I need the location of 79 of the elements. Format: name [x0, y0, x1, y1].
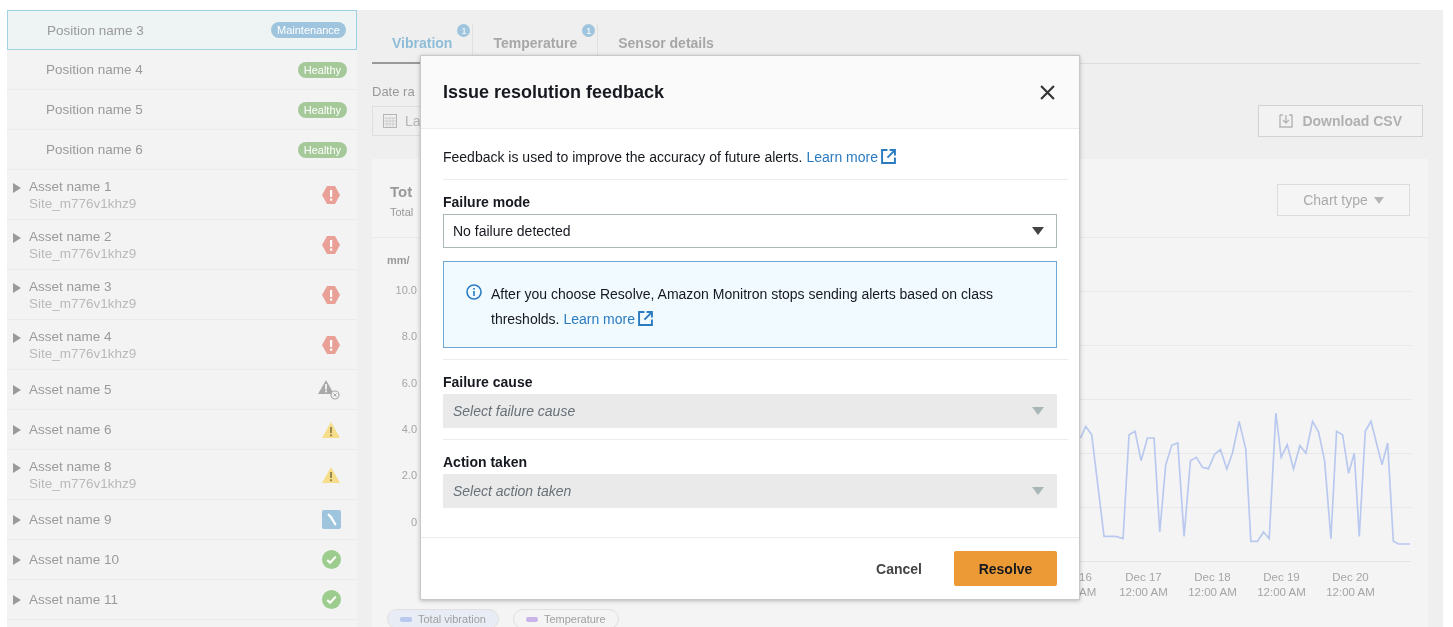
x-tick-label: 16 AM: [1079, 570, 1098, 600]
info-icon: [466, 284, 482, 300]
x-tick-label: Dec 19 12:00 AM: [1256, 570, 1307, 600]
sidebar-item[interactable]: Asset name 6: [7, 410, 357, 450]
check-circle-icon: [322, 550, 341, 569]
expand-caret-icon[interactable]: [13, 424, 21, 435]
warning-icon: [321, 465, 341, 484]
status-badge: Healthy: [297, 101, 347, 118]
expand-caret-icon[interactable]: [13, 384, 21, 395]
cancel-button[interactable]: Cancel: [862, 552, 936, 585]
download-icon: [1279, 114, 1294, 128]
sidebar-item[interactable]: Position name 3 Maintenance: [7, 10, 357, 50]
legend-chip[interactable]: Total vibration: [387, 609, 499, 627]
warning-icon: [321, 420, 341, 439]
y-tick-label: 4.0: [400, 423, 418, 437]
expand-caret-icon[interactable]: [13, 554, 21, 565]
status-badge: Healthy: [297, 61, 347, 78]
field-label: Failure mode: [443, 194, 532, 210]
y-tick-label: 8.0: [400, 330, 418, 345]
chart-type-dropdown[interactable]: Chart type: [1277, 184, 1410, 216]
date-range-label: Date ra: [372, 84, 415, 99]
sidebar-item[interactable]: Asset name 8 Site_m776v1khz9: [7, 450, 357, 500]
dialog-description: Feedback is used to improve the accuracy of future alerts. Learn more: [443, 149, 1068, 165]
learn-more-link[interactable]: Learn more: [806, 149, 878, 165]
expand-caret-icon[interactable]: [13, 463, 21, 473]
resolve-button[interactable]: Resolve: [954, 551, 1057, 586]
x-tick-label: Dec 17 12:00 AM: [1118, 570, 1169, 600]
failure-mode-select[interactable]: No failure detected: [443, 214, 1057, 248]
critical-alert-icon: [321, 184, 341, 205]
dropdown-arrow-icon: [1032, 487, 1044, 495]
chart-title: Tot: [390, 182, 414, 200]
caret-down-icon: [1373, 196, 1384, 204]
check-circle-icon: [322, 590, 341, 609]
chart-subtitle: Total: [390, 205, 414, 218]
status-badge: Maintenance: [271, 22, 346, 38]
warning-offline-icon: [317, 378, 341, 401]
expand-caret-icon[interactable]: [13, 233, 21, 243]
expand-caret-icon[interactable]: [13, 594, 21, 605]
sidebar-item[interactable]: Position name 6 Healthy: [7, 130, 357, 170]
sidebar-item[interactable]: Asset name 10: [7, 540, 357, 580]
count-badge: 1: [582, 24, 596, 37]
expand-caret-icon[interactable]: [13, 514, 21, 525]
external-link-icon: [881, 149, 896, 164]
sidebar-item[interactable]: Asset name 2 Site_m776v1khz9: [7, 220, 357, 270]
dropdown-arrow-icon: [1032, 227, 1044, 235]
close-icon[interactable]: [1040, 84, 1055, 100]
y-tick-label: 6.0: [400, 376, 418, 391]
field-label: Failure cause: [443, 374, 534, 390]
field-label: Action taken: [443, 454, 528, 470]
sidebar-item[interactable]: Asset name 3 Site_m776v1khz9: [7, 270, 357, 320]
y-tick-label: 0: [409, 515, 418, 530]
expand-caret-icon[interactable]: [13, 183, 21, 193]
sidebar-item[interactable]: Position name 5 Healthy: [7, 90, 357, 130]
info-text: After you choose Resolve, Amazon Monitron stops sending alerts based on class thresholds. Learn more: [491, 285, 994, 329]
external-link-icon: [637, 311, 653, 326]
wrench-icon: [322, 510, 341, 529]
dialog-title: Issue resolution feedback: [443, 81, 665, 103]
x-tick-label: Dec 18 12:00 AM: [1187, 570, 1238, 600]
sidebar-item[interactable]: Asset name 4 Site_m776v1khz9: [7, 320, 357, 370]
sidebar-item[interactable]: Asset name 5: [7, 370, 357, 410]
critical-alert-icon: [321, 234, 341, 255]
learn-more-link[interactable]: Learn more: [563, 311, 635, 327]
expand-caret-icon[interactable]: [13, 283, 21, 293]
expand-caret-icon[interactable]: [13, 333, 21, 343]
sidebar-item[interactable]: Asset name 11: [7, 580, 357, 620]
critical-alert-icon: [321, 284, 341, 305]
sidebar-item[interactable]: Position name 4 Healthy: [7, 50, 357, 90]
status-badge: Healthy: [297, 141, 347, 158]
y-tick-label: 10.0: [394, 284, 418, 298]
sidebar-item[interactable]: Asset name 1 Site_m776v1khz9: [7, 170, 357, 220]
x-tick-label: Dec 20 12:00 AM: [1325, 570, 1376, 600]
count-badge: 1: [457, 24, 471, 37]
dropdown-arrow-icon: [1032, 407, 1044, 415]
y-axis-unit: mm/: [387, 254, 411, 267]
sidebar-item[interactable]: Asset name 9: [7, 500, 357, 540]
critical-alert-icon: [321, 334, 341, 355]
calendar-icon: [383, 114, 397, 128]
y-tick-label: 2.0: [400, 469, 418, 484]
download-csv-button[interactable]: Download CSV: [1258, 105, 1423, 137]
